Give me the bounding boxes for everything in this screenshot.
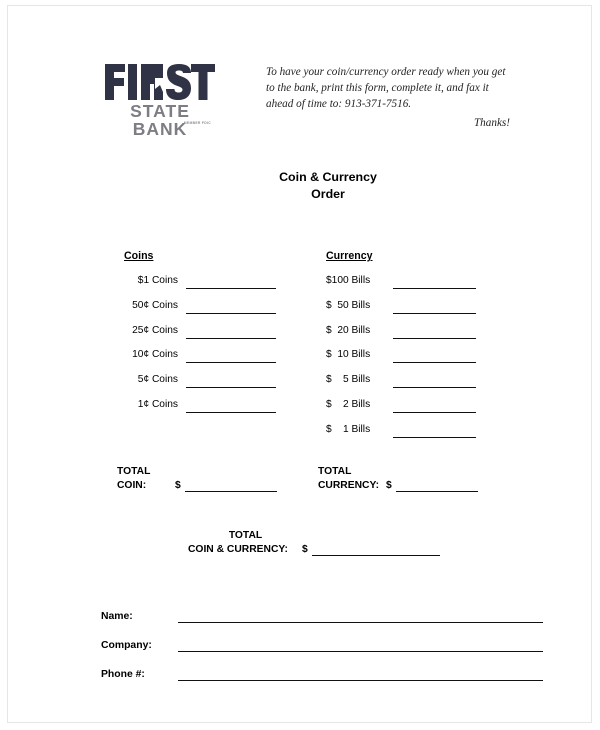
grand-total-block: TOTAL COIN & CURRENCY: $ [188, 529, 458, 556]
form-header: STATE BANK MEMBER FDIC To have your coin… [8, 6, 593, 140]
coins-row: 10¢ Coins [116, 349, 286, 374]
coins-section-header: Coins [124, 250, 154, 262]
total-currency-currency-symbol: $ [386, 480, 392, 491]
page-title-line-1: Coin & Currency [279, 170, 377, 184]
total-coin-currency-symbol: $ [175, 480, 181, 491]
coins-row-input-1-dollar[interactable] [186, 288, 276, 289]
coins-row: 5¢ Coins [116, 374, 286, 399]
currency-row-input-2[interactable] [393, 411, 476, 413]
instructions-line-3: ahead of time to: 913-371-7516. [266, 98, 412, 111]
currency-row-input-1[interactable] [393, 436, 476, 438]
logo-first-wordmark [105, 64, 215, 100]
name-field-label: Name: [101, 611, 133, 622]
phone-field-label: Phone #: [101, 669, 145, 680]
page-title: Coin & Currency Order [233, 169, 423, 203]
currency-row: $ 50 Bills [318, 300, 488, 325]
instructions-thanks: Thanks! [473, 116, 510, 129]
grand-total-input[interactable] [312, 555, 440, 556]
coins-section: Coins $1 Coins 50¢ Coins 25¢ Coins 10¢ C… [116, 250, 286, 424]
coins-row-input-5-cent[interactable] [186, 387, 276, 389]
currency-row-label: $ 10 Bills [326, 349, 371, 361]
total-currency-input[interactable] [396, 491, 478, 492]
total-currency-block: TOTAL CURRENCY: $ [318, 465, 538, 492]
grand-total-currency-symbol: $ [302, 544, 308, 555]
contact-field-row: Name: [101, 611, 546, 640]
total-coin-label-line-1: TOTAL [117, 466, 151, 477]
currency-row: $ 1 Bills [318, 424, 488, 449]
bank-logo: STATE BANK MEMBER FDIC [103, 58, 215, 140]
currency-row-label: $ 20 Bills [326, 324, 371, 336]
currency-row-input-10[interactable] [393, 362, 476, 364]
coins-row-label: 50¢ Coins [132, 299, 178, 311]
currency-row-input-50[interactable] [393, 312, 476, 314]
currency-row-input-100[interactable] [393, 288, 476, 289]
instructions-line-1: To have your coin/currency order ready w… [266, 66, 506, 78]
coins-row-input-25-cent[interactable] [186, 337, 276, 339]
coins-row: 25¢ Coins [116, 325, 286, 350]
currency-row-label: $ 2 Bills [326, 398, 371, 410]
grand-total-label-line-2: COIN & CURRENCY: [188, 543, 288, 555]
name-field-input[interactable] [178, 622, 543, 623]
currency-row-input-5[interactable] [393, 387, 476, 389]
coins-row-input-1-cent[interactable] [186, 411, 276, 413]
coins-row: $1 Coins [116, 275, 286, 300]
currency-row: $100 Bills [318, 275, 488, 300]
currency-row: $ 10 Bills [318, 349, 488, 374]
phone-field-input[interactable] [178, 680, 543, 681]
page-title-line-2: Order [311, 187, 345, 201]
coins-row-label: 1¢ Coins [137, 398, 178, 410]
currency-row: $ 5 Bills [318, 374, 488, 399]
currency-row: $ 20 Bills [318, 325, 488, 350]
coins-row-input-10-cent[interactable] [186, 362, 276, 364]
total-coin-input[interactable] [185, 491, 277, 492]
coins-row-label: 5¢ Coins [137, 374, 178, 386]
currency-section-header: Currency [326, 250, 373, 262]
coins-row: 50¢ Coins [116, 300, 286, 325]
instructions-text: To have your coin/currency order ready w… [266, 64, 524, 131]
form-page: STATE BANK MEMBER FDIC To have your coin… [7, 5, 592, 723]
contact-field-row: Company: [101, 640, 546, 669]
contact-field-row: Phone #: [101, 669, 546, 698]
company-field-label: Company: [101, 640, 152, 651]
company-field-input[interactable] [178, 651, 543, 652]
logo-state-bank-text: STATE BANK [130, 101, 190, 139]
coins-row-label: 25¢ Coins [132, 324, 178, 336]
currency-row-label: $100 Bills [326, 275, 371, 286]
total-coin-block: TOTAL COIN: $ [117, 465, 317, 492]
grand-total-label-line-1: TOTAL [228, 530, 263, 541]
total-coin-label-line-2: COIN: [117, 479, 147, 491]
currency-section: Currency $100 Bills $ 50 Bills $ 20 Bill… [318, 250, 488, 449]
currency-row-input-20[interactable] [393, 337, 476, 339]
currency-row-label: $ 1 Bills [326, 423, 371, 435]
coins-row: 1¢ Coins [116, 399, 286, 424]
instructions-line-2: to the bank, print this form, complete i… [266, 82, 489, 95]
currency-row-label: $ 50 Bills [326, 299, 371, 311]
logo-member-fdic-text: MEMBER FDIC [183, 121, 211, 125]
currency-row-label: $ 5 Bills [326, 374, 371, 386]
coins-row-label: 10¢ Coins [132, 349, 178, 361]
total-currency-label-line-2: CURRENCY: [318, 479, 380, 491]
total-currency-label-line-1: TOTAL [318, 466, 352, 477]
coins-row-input-50-cent[interactable] [186, 312, 276, 314]
coins-row-label: $1 Coins [137, 275, 178, 286]
contact-fields: Name: Company: Phone #: [101, 611, 546, 698]
currency-row: $ 2 Bills [318, 399, 488, 424]
